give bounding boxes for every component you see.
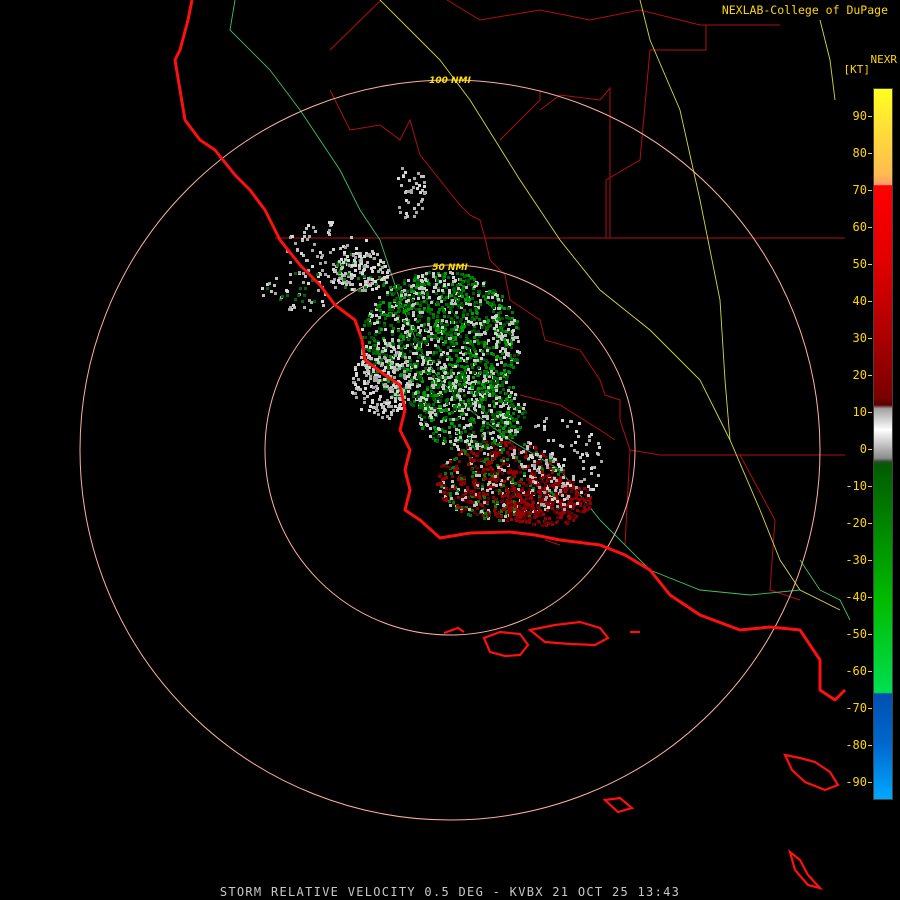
velocity-scale-tick — [868, 264, 872, 265]
velocity-scale-tick — [868, 634, 872, 635]
velocity-scale-tick — [868, 708, 872, 709]
velocity-scale-label: -20 — [845, 516, 867, 530]
velocity-scale-label: 60 — [852, 220, 867, 234]
velocity-scale-label: 30 — [852, 331, 867, 345]
velocity-scale-tick — [868, 412, 872, 413]
velocity-scale-label: -80 — [845, 738, 867, 752]
velocity-scale-label: 0 — [859, 442, 867, 456]
velocity-color-scale — [873, 88, 893, 800]
units-label: [KT] — [843, 63, 871, 76]
county-borders — [275, 0, 845, 601]
product-label: NEXR — [870, 53, 898, 66]
velocity-scale-tick — [868, 227, 872, 228]
radar-display: 50 NMI 100 NMI NEXLAB-College of DuPage … — [0, 0, 900, 900]
velocity-scale-tick — [868, 486, 872, 487]
velocity-scale-tick — [868, 449, 872, 450]
velocity-scale-label: 10 — [852, 405, 867, 419]
velocity-scale-tick — [868, 560, 872, 561]
velocity-scale-tick — [868, 375, 872, 376]
velocity-scale-tick — [868, 523, 872, 524]
velocity-scale-label: 50 — [852, 257, 867, 271]
velocity-scale-tick — [868, 782, 872, 783]
velocity-scale-label: -30 — [845, 553, 867, 567]
velocity-scale-tick — [868, 671, 872, 672]
velocity-scale-label: -60 — [845, 664, 867, 678]
velocity-scale-label: 20 — [852, 368, 867, 382]
velocity-scale-label: -50 — [845, 627, 867, 641]
velocity-returns — [261, 167, 603, 527]
velocity-scale-label: 90 — [852, 109, 867, 123]
velocity-scale-tick — [868, 190, 872, 191]
velocity-scale-label: 70 — [852, 183, 867, 197]
credit-label: NEXLAB-College of DuPage — [721, 3, 888, 17]
velocity-scale-tick — [868, 116, 872, 117]
ring-label-100: 100 NMI — [429, 76, 471, 86]
velocity-scale-tick — [868, 153, 872, 154]
velocity-scale-tick — [868, 597, 872, 598]
velocity-scale-label: 80 — [852, 146, 867, 160]
velocity-scale-label: -10 — [845, 479, 867, 493]
velocity-scale-tick — [868, 745, 872, 746]
product-footer: STORM RELATIVE VELOCITY 0.5 DEG - KVBX 2… — [219, 885, 681, 899]
velocity-scale-label: -90 — [845, 775, 867, 789]
radar-map: 50 NMI 100 NMI — [79, 0, 851, 890]
velocity-scale-label: -40 — [845, 590, 867, 604]
channel-islands — [443, 620, 840, 890]
coastline — [173, 0, 847, 702]
velocity-scale-tick — [868, 301, 872, 302]
velocity-scale-label: -70 — [845, 701, 867, 715]
velocity-scale-label: 40 — [852, 294, 867, 308]
velocity-scale-tick — [868, 338, 872, 339]
